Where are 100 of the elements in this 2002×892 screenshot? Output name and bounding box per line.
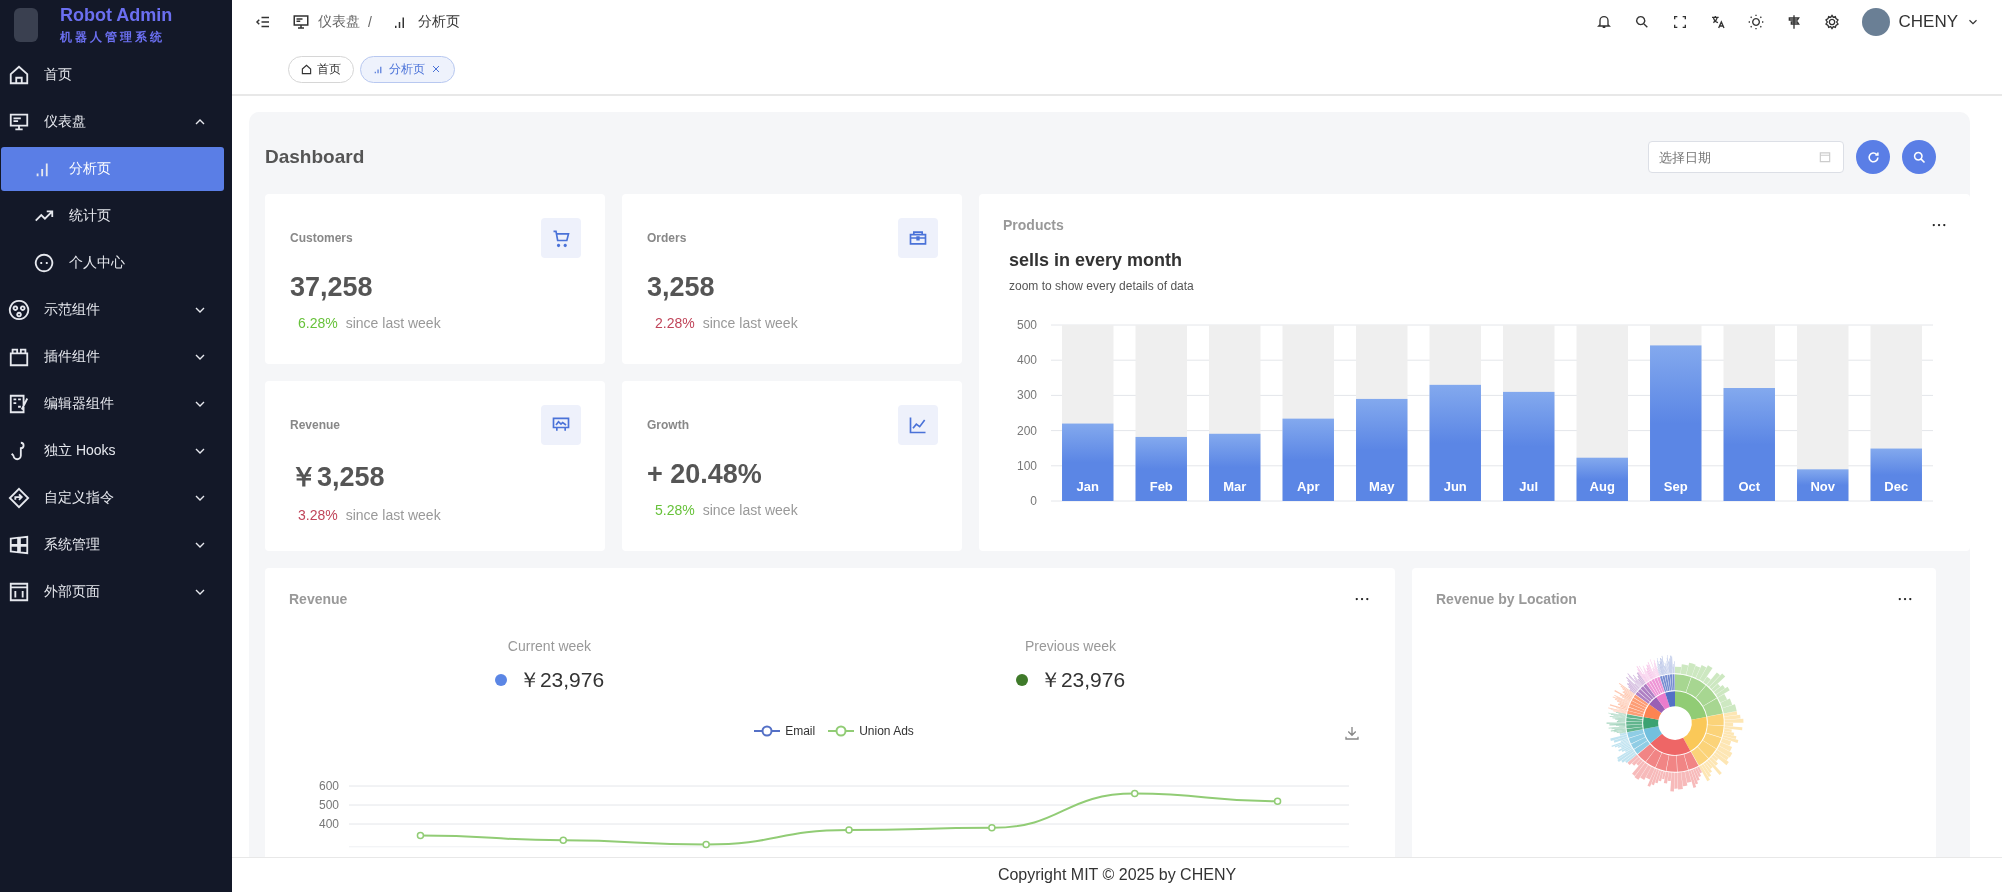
change-note: since last week	[345, 315, 441, 331]
bar-category-label: Feb	[1149, 479, 1173, 494]
bar-category-label: Jul	[1519, 479, 1539, 494]
submenu-item-icon	[33, 252, 55, 274]
legend-label[interactable]: Email	[785, 724, 816, 738]
chart-subtitle: zoom to show every details of data	[1009, 279, 1195, 293]
stat-title: Customers	[290, 231, 353, 245]
bar[interactable]	[1870, 448, 1922, 501]
stat-title: Orders	[647, 231, 687, 245]
data-point[interactable]	[1130, 789, 1139, 798]
axis-tick-label: 400	[318, 817, 339, 831]
menu-item-icon	[8, 581, 30, 603]
legend-line-icon[interactable]	[828, 724, 855, 738]
sidebar-subitem[interactable]: 统计页	[1, 194, 224, 238]
data-point[interactable]	[416, 831, 425, 840]
user-name[interactable]: CHENY	[1898, 12, 1958, 32]
axis-tick-label: 500	[1016, 318, 1037, 332]
close-icon[interactable]	[430, 63, 442, 75]
stat-value: 37,258	[290, 272, 374, 303]
bar[interactable]	[1797, 469, 1849, 501]
axis-tick-label: 100	[1016, 458, 1037, 473]
data-point[interactable]	[845, 826, 853, 834]
avatar[interactable]	[1862, 8, 1891, 36]
breadcrumb-item[interactable]: 仪表盘	[318, 13, 360, 31]
card-title: Products	[1003, 217, 1064, 233]
period-value: ￥23,976	[518, 667, 605, 693]
bar-category-label: Dec	[1884, 479, 1909, 494]
bar-category-label: Mar	[1223, 479, 1247, 494]
period-value: ￥23,976	[1039, 667, 1126, 693]
change-note: since last week	[702, 315, 798, 331]
calendar-icon	[1818, 150, 1832, 164]
download-icon[interactable]	[1343, 724, 1361, 742]
footer-text: Copyright MIT © 2025 by CHENY	[232, 857, 2002, 892]
refresh-button[interactable]	[1856, 140, 1890, 174]
menu-item-icon	[8, 299, 30, 321]
app-subtitle: 机器人管理系统	[60, 28, 166, 46]
menu-item-icon	[8, 487, 30, 509]
briefcase-icon	[908, 228, 928, 248]
search-icon	[1911, 149, 1927, 165]
date-picker-field[interactable]: 选择日期	[1648, 141, 1844, 173]
sidebar-item[interactable]: 示范组件	[0, 288, 232, 332]
fullscreen-icon[interactable]	[1672, 14, 1689, 30]
sidebar-item[interactable]: 系统管理	[0, 523, 232, 567]
stat-title: Growth	[647, 418, 689, 432]
search-button[interactable]	[1902, 140, 1936, 174]
sidebar-item[interactable]: 编辑器组件	[0, 382, 232, 426]
settings-icon[interactable]	[1824, 14, 1841, 30]
sun-icon[interactable]	[1748, 14, 1765, 30]
cart-icon	[551, 228, 571, 248]
bar[interactable]	[1356, 398, 1408, 501]
bar[interactable]	[1503, 391, 1555, 501]
breadcrumb-item: 分析页	[417, 13, 460, 31]
period-label: Previous week	[1023, 638, 1117, 654]
legend-line-icon[interactable]	[754, 724, 781, 738]
bar-category-label: Apr	[1297, 479, 1320, 494]
sidebar-item[interactable]: 插件组件	[0, 335, 232, 379]
data-point[interactable]	[988, 824, 996, 832]
bar-category-label: Jun	[1443, 479, 1467, 494]
signpost-icon[interactable]	[1786, 14, 1803, 30]
menu-item-icon	[8, 111, 30, 133]
axis-tick-label: 400	[1016, 353, 1037, 368]
bell-icon[interactable]	[1596, 14, 1613, 30]
axis-tick-label: 300	[1016, 388, 1037, 403]
home-icon	[301, 63, 312, 75]
data-point[interactable]	[1273, 797, 1282, 805]
legend-label[interactable]: Union Ads	[859, 724, 914, 738]
data-point[interactable]	[702, 840, 710, 849]
sidebar-item[interactable]: 自定义指令	[0, 476, 232, 520]
sidebar-subitem[interactable]: 个人中心	[1, 241, 224, 285]
bar[interactable]	[1650, 345, 1702, 501]
sidebar-item[interactable]: 首页	[0, 53, 232, 97]
axis-tick-label: 0	[1030, 494, 1037, 508]
bar[interactable]	[1282, 418, 1334, 501]
stat-title: Revenue	[290, 418, 341, 432]
change-note: since last week	[345, 507, 441, 523]
chart-title: sells in every month	[1009, 250, 1184, 271]
bar[interactable]	[1429, 384, 1481, 501]
sidebar-item[interactable]: 独立 Hooks	[0, 429, 232, 473]
bar[interactable]	[1135, 436, 1187, 501]
bar-category-label: May	[1369, 479, 1395, 494]
page-tab[interactable]: 分析页	[360, 55, 455, 83]
bar-category-label: Nov	[1810, 479, 1836, 494]
data-point[interactable]	[559, 836, 568, 845]
change-note: since last week	[702, 502, 798, 518]
translate-icon[interactable]	[1710, 14, 1727, 30]
bar[interactable]	[1723, 388, 1775, 501]
bar[interactable]	[1062, 423, 1114, 501]
axis-tick-label: 500	[318, 798, 339, 812]
sidebar-item[interactable]: 仪表盘	[0, 100, 232, 144]
sidebar-subitem[interactable]: 分析页	[1, 147, 224, 191]
stat-value: 3,258	[647, 272, 716, 303]
breadcrumb-separator: /	[368, 14, 372, 30]
menu-item-icon	[8, 346, 30, 368]
bar[interactable]	[1209, 433, 1261, 501]
bar-category-label: Sep	[1663, 479, 1688, 494]
bar-category-label: Aug	[1589, 479, 1615, 494]
bar[interactable]	[1576, 457, 1628, 501]
line-chart-icon	[908, 415, 928, 435]
sidebar-item[interactable]: 外部页面	[0, 570, 232, 614]
page-title: Dashboard	[265, 146, 365, 168]
